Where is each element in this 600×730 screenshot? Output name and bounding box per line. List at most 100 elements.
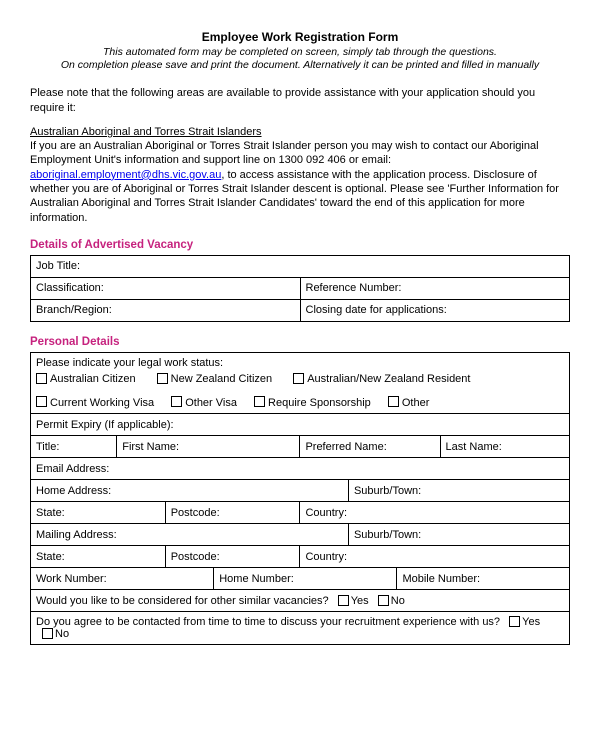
email-label: Email Address: xyxy=(36,463,109,475)
contact-agree-cell: Do you agree to be contacted from time t… xyxy=(31,612,570,645)
mailing-address-label: Mailing Address: xyxy=(36,529,117,541)
opt-nz-citizen[interactable]: New Zealand Citizen xyxy=(157,373,273,385)
home-suburb-label: Suburb/Town: xyxy=(354,485,421,497)
vacancy-table: Job Title: Classification: Reference Num… xyxy=(30,255,570,322)
home-number-cell[interactable]: Home Number: xyxy=(214,568,397,590)
opt-other-visa[interactable]: Other Visa xyxy=(171,397,237,409)
mail-state-cell[interactable]: State: xyxy=(31,546,166,568)
branch-label: Branch/Region: xyxy=(36,304,112,316)
mail-postcode-label: Postcode: xyxy=(171,551,220,563)
home-postcode-label: Postcode: xyxy=(171,507,220,519)
mail-country-cell[interactable]: Country: xyxy=(300,546,570,568)
branch-cell[interactable]: Branch/Region: xyxy=(31,299,301,321)
opt-aus-label: Australian Citizen xyxy=(50,373,136,385)
subtitle-line2: On completion please save and print the … xyxy=(61,59,539,71)
reference-cell[interactable]: Reference Number: xyxy=(300,277,570,299)
checkbox-icon[interactable] xyxy=(42,628,53,639)
checkbox-icon[interactable] xyxy=(388,396,399,407)
opt-sponsorship[interactable]: Require Sponsorship xyxy=(254,397,371,409)
email-cell[interactable]: Email Address: xyxy=(31,458,570,480)
opt-working-visa[interactable]: Current Working Visa xyxy=(36,397,154,409)
checkbox-icon[interactable] xyxy=(509,616,520,627)
opt-cwv-label: Current Working Visa xyxy=(50,397,154,409)
opt-ov-label: Other Visa xyxy=(185,397,237,409)
home-country-label: Country: xyxy=(305,507,347,519)
home-state-cell[interactable]: State: xyxy=(31,502,166,524)
home-country-cell[interactable]: Country: xyxy=(300,502,570,524)
classification-label: Classification: xyxy=(36,282,104,294)
yes-label: Yes xyxy=(351,595,369,607)
opt-anzres-label: Australian/New Zealand Resident xyxy=(307,373,470,385)
subtitle-line1: This automated form may be completed on … xyxy=(103,46,497,58)
classification-cell[interactable]: Classification: xyxy=(31,277,301,299)
atsi-email-link[interactable]: aboriginal.employment@dhs.vic.gov.au xyxy=(30,169,221,181)
opt-anz-resident[interactable]: Australian/New Zealand Resident xyxy=(293,373,470,385)
mail-suburb-label: Suburb/Town: xyxy=(354,529,421,541)
no-label: No xyxy=(55,628,69,640)
no-label: No xyxy=(391,595,405,607)
vacancy-heading: Details of Advertised Vacancy xyxy=(30,239,570,251)
atsi-block: Australian Aboriginal and Torres Strait … xyxy=(30,125,570,225)
checkbox-icon[interactable] xyxy=(171,396,182,407)
preferred-name-label: Preferred Name: xyxy=(305,441,386,453)
closing-label: Closing date for applications: xyxy=(306,304,447,316)
first-name-cell[interactable]: First Name: xyxy=(117,436,300,458)
similar-vacancies-label: Would you like to be considered for othe… xyxy=(36,595,329,607)
permit-expiry-cell[interactable]: Permit Expiry (If applicable): xyxy=(31,414,570,436)
mail-state-label: State: xyxy=(36,551,65,563)
checkbox-icon[interactable] xyxy=(338,595,349,606)
atsi-heading: Australian Aboriginal and Torres Strait … xyxy=(30,126,262,138)
opt-other-label: Other xyxy=(402,397,430,409)
reference-label: Reference Number: xyxy=(306,282,402,294)
home-suburb-cell[interactable]: Suburb/Town: xyxy=(348,480,569,502)
checkbox-icon[interactable] xyxy=(254,396,265,407)
checkbox-icon[interactable] xyxy=(36,396,47,407)
home-address-label: Home Address: xyxy=(36,485,111,497)
work-number-cell[interactable]: Work Number: xyxy=(31,568,214,590)
home-postcode-cell[interactable]: Postcode: xyxy=(165,502,300,524)
job-title-cell[interactable]: Job Title: xyxy=(31,255,570,277)
similar-yes[interactable]: Yes xyxy=(336,595,369,607)
permit-expiry-label: Permit Expiry (If applicable): xyxy=(36,419,174,431)
contact-no[interactable]: No xyxy=(40,628,69,640)
similar-vacancies-cell: Would you like to be considered for othe… xyxy=(31,590,570,612)
mail-country-label: Country: xyxy=(305,551,347,563)
checkbox-icon[interactable] xyxy=(36,373,47,384)
home-number-label: Home Number: xyxy=(219,573,294,585)
preferred-name-cell[interactable]: Preferred Name: xyxy=(300,436,440,458)
first-name-label: First Name: xyxy=(122,441,179,453)
mail-postcode-cell[interactable]: Postcode: xyxy=(165,546,300,568)
opt-spon-label: Require Sponsorship xyxy=(268,397,371,409)
checkbox-icon[interactable] xyxy=(378,595,389,606)
work-number-label: Work Number: xyxy=(36,573,107,585)
personal-table: Please indicate your legal work status: … xyxy=(30,352,570,646)
opt-aus-citizen[interactable]: Australian Citizen xyxy=(36,373,136,385)
contact-agree-label: Do you agree to be contacted from time t… xyxy=(36,616,500,628)
mobile-number-label: Mobile Number: xyxy=(402,573,480,585)
closing-cell[interactable]: Closing date for applications: xyxy=(300,299,570,321)
atsi-text-1: If you are an Australian Aboriginal or T… xyxy=(30,140,539,166)
form-subtitle: This automated form may be completed on … xyxy=(30,46,570,72)
home-address-cell[interactable]: Home Address: xyxy=(31,480,349,502)
contact-yes[interactable]: Yes xyxy=(507,616,540,628)
personal-heading: Personal Details xyxy=(30,336,570,348)
legal-status-cell: Please indicate your legal work status: … xyxy=(31,352,570,392)
title-cell[interactable]: Title: xyxy=(31,436,117,458)
assistance-note: Please note that the following areas are… xyxy=(30,86,570,115)
mail-suburb-cell[interactable]: Suburb/Town: xyxy=(348,524,569,546)
job-title-label: Job Title: xyxy=(36,260,80,272)
legal-status-label: Please indicate your legal work status: xyxy=(36,357,564,369)
checkbox-icon[interactable] xyxy=(293,373,304,384)
similar-no[interactable]: No xyxy=(376,595,405,607)
yes-label: Yes xyxy=(522,616,540,628)
mailing-address-cell[interactable]: Mailing Address: xyxy=(31,524,349,546)
opt-nz-label: New Zealand Citizen xyxy=(171,373,273,385)
last-name-cell[interactable]: Last Name: xyxy=(440,436,569,458)
mobile-number-cell[interactable]: Mobile Number: xyxy=(397,568,570,590)
form-page: Employee Work Registration Form This aut… xyxy=(0,0,600,665)
checkbox-icon[interactable] xyxy=(157,373,168,384)
opt-other[interactable]: Other xyxy=(388,397,430,409)
title-label: Title: xyxy=(36,441,59,453)
last-name-label: Last Name: xyxy=(446,441,502,453)
legal-status-cell-2: Current Working Visa Other Visa Require … xyxy=(31,392,570,414)
